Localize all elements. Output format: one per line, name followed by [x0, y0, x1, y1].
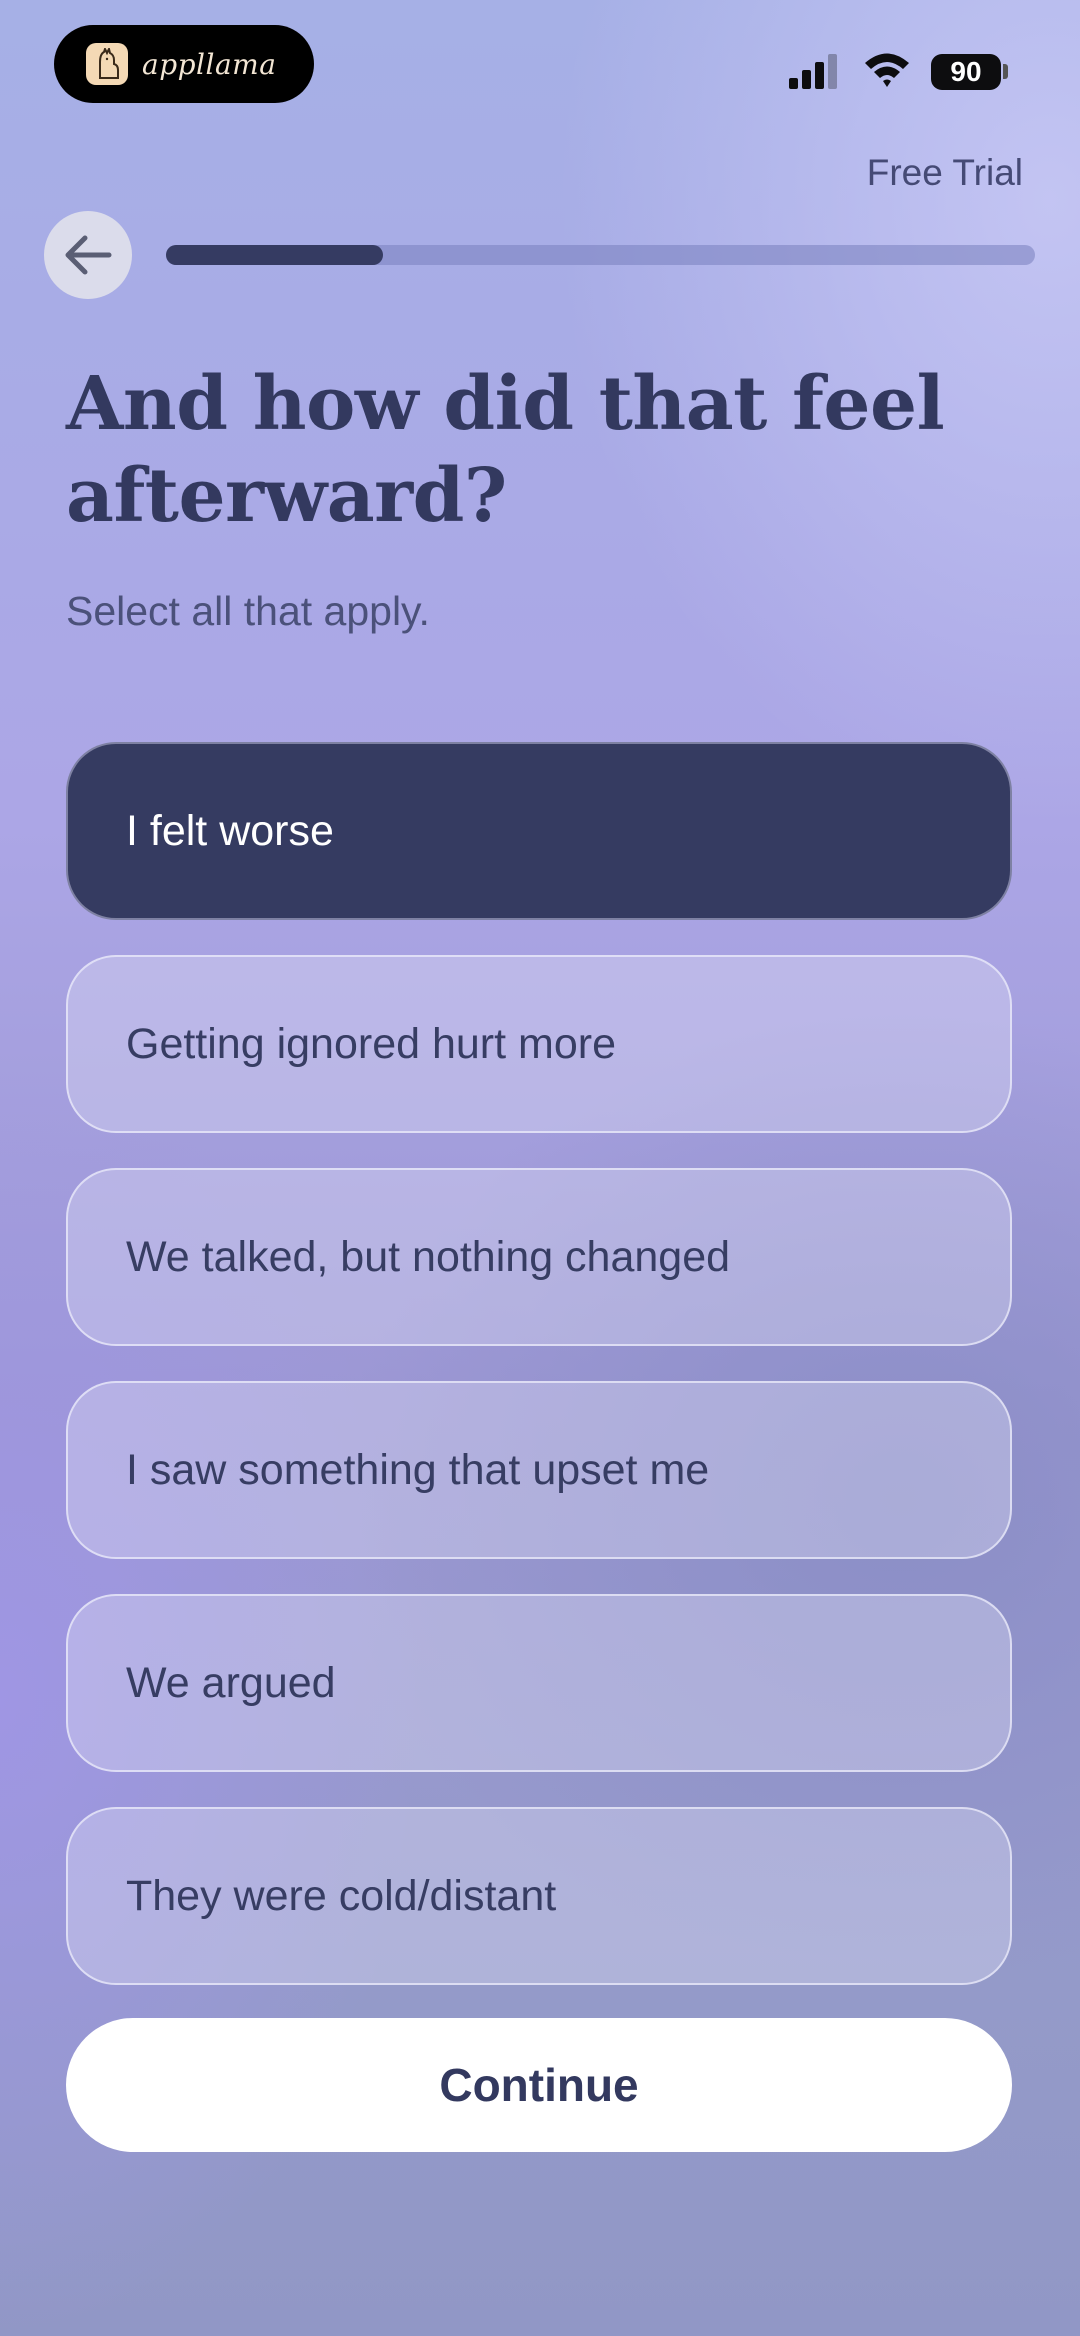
free-trial-link[interactable]: Free Trial: [867, 152, 1023, 194]
option-talked-nothing-changed[interactable]: We talked, but nothing changed: [66, 1168, 1012, 1346]
continue-button[interactable]: Continue: [66, 2018, 1012, 2152]
cellular-signal-icon: [789, 54, 837, 89]
battery-indicator: 90: [931, 54, 1001, 90]
llama-logo-icon: [86, 43, 128, 85]
option-getting-ignored[interactable]: Getting ignored hurt more: [66, 955, 1012, 1133]
option-saw-something-upsetting[interactable]: I saw something that upset me: [66, 1381, 1012, 1559]
progress-fill: [166, 245, 384, 265]
page-title: And how did that feel afterward?: [66, 361, 945, 539]
progress-bar: [166, 245, 1035, 265]
app-badge: appllama: [54, 25, 314, 103]
back-button[interactable]: [44, 211, 132, 299]
option-i-felt-worse[interactable]: I felt worse: [66, 742, 1012, 920]
brand-name: appllama: [142, 47, 277, 81]
battery-nub: [1003, 64, 1008, 79]
option-cold-distant[interactable]: They were cold/distant: [66, 1807, 1012, 1985]
option-we-argued[interactable]: We argued: [66, 1594, 1012, 1772]
page-subtitle: Select all that apply.: [66, 588, 430, 634]
arrow-left-icon: [65, 235, 112, 275]
wifi-icon: [865, 53, 909, 87]
